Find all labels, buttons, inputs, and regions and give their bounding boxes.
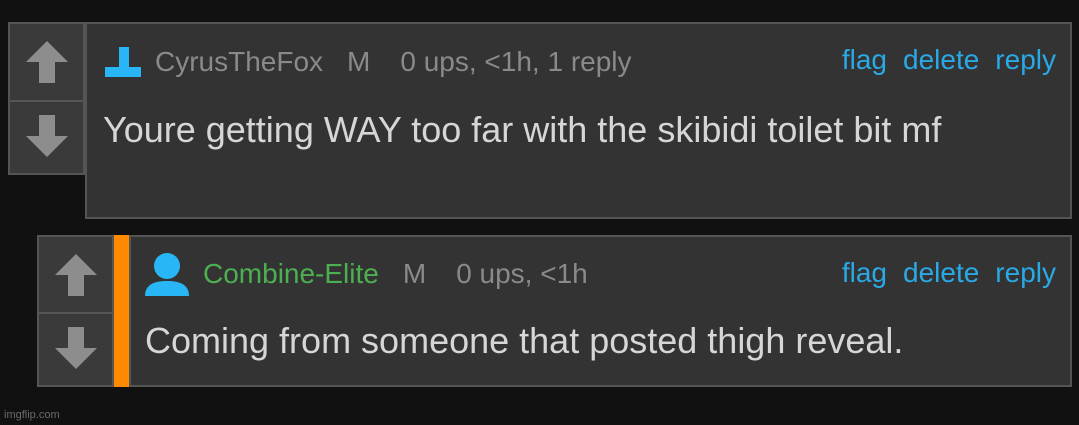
reply-indicator-bar	[114, 235, 129, 387]
user-avatar-icon	[145, 253, 189, 296]
comment-1: CyrusTheFox M 0 ups, <1h, 1 reply flag d…	[85, 22, 1072, 219]
delete-link[interactable]: delete	[903, 257, 979, 289]
comment-meta: 0 ups, <1h	[456, 258, 588, 289]
comment-text: Youre getting WAY too far with the skibi…	[103, 109, 942, 150]
upvote-button[interactable]	[10, 24, 83, 102]
comment-header: Combine-Elite M 0 ups, <1h	[143, 253, 588, 296]
reply-link[interactable]: reply	[995, 44, 1056, 76]
downvote-button[interactable]	[39, 310, 112, 385]
arrow-down-icon	[25, 114, 68, 157]
vote-column-2	[37, 235, 114, 387]
arrow-up-icon	[54, 253, 97, 296]
arrow-down-icon	[54, 326, 97, 369]
username[interactable]: CyrusTheFox	[155, 46, 323, 78]
flag-link[interactable]: flag	[842, 257, 887, 289]
watermark: imgflip.com	[4, 409, 60, 421]
reply-link[interactable]: reply	[995, 257, 1056, 289]
role-badge: M	[402, 258, 427, 289]
comment-2: Combine-Elite M 0 ups, <1h flag delete r…	[129, 235, 1072, 387]
steps-avatar-icon	[105, 47, 141, 77]
delete-link[interactable]: delete	[903, 44, 979, 76]
upvote-button[interactable]	[39, 237, 112, 314]
comment-header: CyrusTheFox M 0 ups, <1h, 1 reply	[105, 42, 632, 82]
downvote-button[interactable]	[10, 98, 83, 173]
comment-meta: 0 ups, <1h, 1 reply	[400, 46, 632, 77]
comment-actions: flag delete reply	[842, 44, 1056, 76]
username[interactable]: Combine-Elite	[203, 258, 379, 290]
comment-actions: flag delete reply	[842, 257, 1056, 289]
arrow-up-icon	[25, 41, 68, 83]
role-badge: M	[347, 46, 371, 77]
vote-column-1	[8, 22, 85, 175]
comment-text: Coming from someone that posted thigh re…	[145, 320, 904, 361]
flag-link[interactable]: flag	[842, 44, 887, 76]
